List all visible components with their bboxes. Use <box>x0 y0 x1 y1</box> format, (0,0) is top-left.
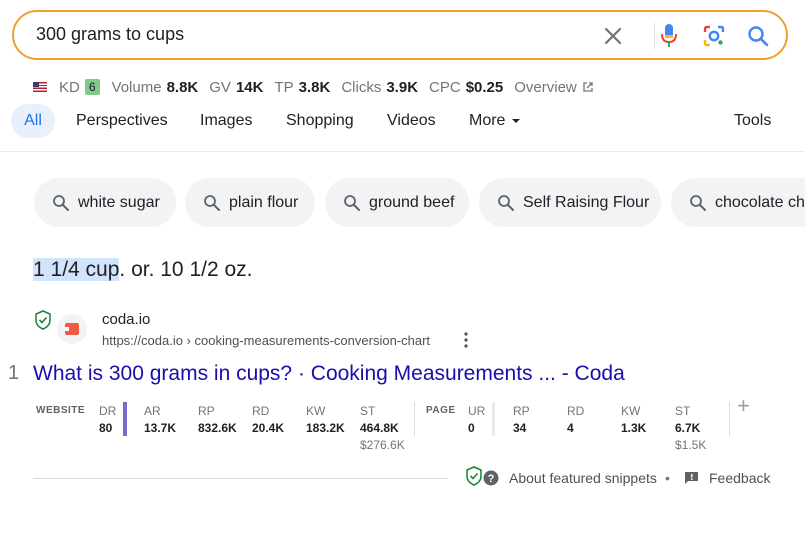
result-url[interactable]: https://coda.io › cooking-measurements-c… <box>102 333 430 348</box>
rp-label: RP <box>198 404 215 418</box>
chip-self-raising-flour[interactable]: Self Raising Flour <box>479 178 661 227</box>
about-featured-snippets-link[interactable]: About featured snippets <box>509 470 657 486</box>
gv-value: 14K <box>235 78 264 96</box>
search-icon <box>344 194 360 211</box>
metrics-divider <box>414 402 415 436</box>
search-input[interactable] <box>36 24 576 45</box>
search-bar[interactable] <box>12 10 788 60</box>
chip-plain-flour[interactable]: plain flour <box>185 178 315 227</box>
chip-label: Self Raising Flour <box>523 193 650 211</box>
volume-value: 8.8K <box>166 78 199 96</box>
ur-label: UR <box>468 404 486 418</box>
cpc-value: $0.25 <box>465 78 504 96</box>
st-value: 464.8K <box>360 421 399 435</box>
tab-perspectives[interactable]: Perspectives <box>76 104 168 138</box>
coda-favicon-icon[interactable] <box>57 314 87 344</box>
ur-value: 0 <box>468 421 475 435</box>
tabs-divider <box>0 151 805 152</box>
tab-videos[interactable]: Videos <box>387 104 436 138</box>
page-rp-value: 34 <box>513 421 527 435</box>
clear-icon[interactable] <box>600 23 626 49</box>
kw-label: KW <box>306 404 326 418</box>
page-rd-label: RD <box>567 404 585 418</box>
microphone-icon[interactable] <box>656 23 682 49</box>
page-rp-label: RP <box>513 404 530 418</box>
featured-snippet-answer: 1 1/4 cup. or. 10 1/2 oz. <box>33 258 253 282</box>
chip-ground-beef[interactable]: ground beef <box>325 178 469 227</box>
search-icon <box>53 194 69 211</box>
answer-highlight: 1 1/4 cup <box>33 258 120 281</box>
caret-down-icon <box>512 119 521 123</box>
ar-value: 13.7K <box>144 421 177 435</box>
chip-label: white sugar <box>78 193 160 211</box>
chip-chocolate-chips[interactable]: chocolate chi <box>671 178 805 227</box>
lens-icon[interactable] <box>701 23 727 49</box>
page-st-value: 6.7K <box>675 421 701 435</box>
search-icon[interactable] <box>745 23 771 49</box>
dr-bar <box>123 402 127 436</box>
cpc-label: CPC <box>429 78 461 96</box>
dr-value: 80 <box>99 421 113 435</box>
tab-shopping[interactable]: Shopping <box>286 104 354 138</box>
tp-value: 3.8K <box>298 78 331 96</box>
clicks-value: 3.9K <box>386 78 419 96</box>
search-icon <box>690 194 706 211</box>
gv-label: GV <box>209 78 231 96</box>
search-icon <box>204 194 220 211</box>
ar-label: AR <box>144 404 161 418</box>
page-st-label: ST <box>675 404 691 418</box>
us-flag-icon <box>33 82 47 92</box>
tab-all[interactable]: All <box>11 104 55 138</box>
tp-label: TP <box>274 78 294 96</box>
shield-check-icon <box>34 310 52 335</box>
chip-white-sugar[interactable]: white sugar <box>34 178 176 227</box>
feedback-icon[interactable] <box>684 471 699 490</box>
volume-label: Volume <box>111 78 162 96</box>
tab-more-label: More <box>469 112 506 129</box>
help-icon[interactable]: ? <box>483 470 499 491</box>
result-number: 1 <box>8 362 20 384</box>
dr-label: DR <box>99 404 117 418</box>
kw-value: 183.2K <box>306 421 345 435</box>
metrics-end-divider <box>729 402 730 436</box>
page-st-traffic-value: $1.5K <box>675 438 707 452</box>
result-title-link[interactable]: What is 300 grams in cups? · Cooking Mea… <box>33 362 625 386</box>
chip-label: chocolate chi <box>715 193 805 211</box>
answer-rest: . or. 10 1/2 oz. <box>119 258 253 281</box>
ur-bar <box>492 402 495 436</box>
plus-icon[interactable]: + <box>737 393 750 419</box>
more-options-icon[interactable] <box>458 330 474 350</box>
feedback-link[interactable]: Feedback <box>709 470 770 486</box>
page-kw-value: 1.3K <box>621 421 647 435</box>
page-section-label: PAGE <box>426 405 456 416</box>
search-icon <box>498 194 514 211</box>
snippet-divider <box>33 478 448 479</box>
rp-value: 832.6K <box>198 421 237 435</box>
footer-separator: • <box>665 470 670 486</box>
kd-badge: 6 <box>84 79 100 95</box>
external-link-icon[interactable] <box>582 81 594 93</box>
search-divider <box>654 23 655 49</box>
svg-text:?: ? <box>488 473 495 485</box>
result-site-name[interactable]: coda.io <box>102 311 150 328</box>
st-traffic-value: $276.6K <box>360 438 405 452</box>
clicks-label: Clicks <box>341 78 382 96</box>
page-rd-value: 4 <box>567 421 574 435</box>
tab-images[interactable]: Images <box>200 104 252 138</box>
chip-label: plain flour <box>229 193 299 211</box>
rd-label: RD <box>252 404 270 418</box>
st-label: ST <box>360 404 376 418</box>
overview-link[interactable]: Overview <box>514 79 577 96</box>
chip-label: ground beef <box>369 193 455 211</box>
page-kw-label: KW <box>621 404 641 418</box>
shield-check-icon <box>465 466 483 491</box>
website-section-label: WEBSITE <box>36 405 86 416</box>
tab-more[interactable]: More <box>469 104 521 138</box>
tools-button[interactable]: Tools <box>734 104 771 138</box>
kd-label: KD <box>59 78 80 96</box>
keyword-metrics-bar: KD 6 Volume 8.8K GV 14K TP 3.8K Clicks 3… <box>33 77 594 97</box>
rd-value: 20.4K <box>252 421 285 435</box>
